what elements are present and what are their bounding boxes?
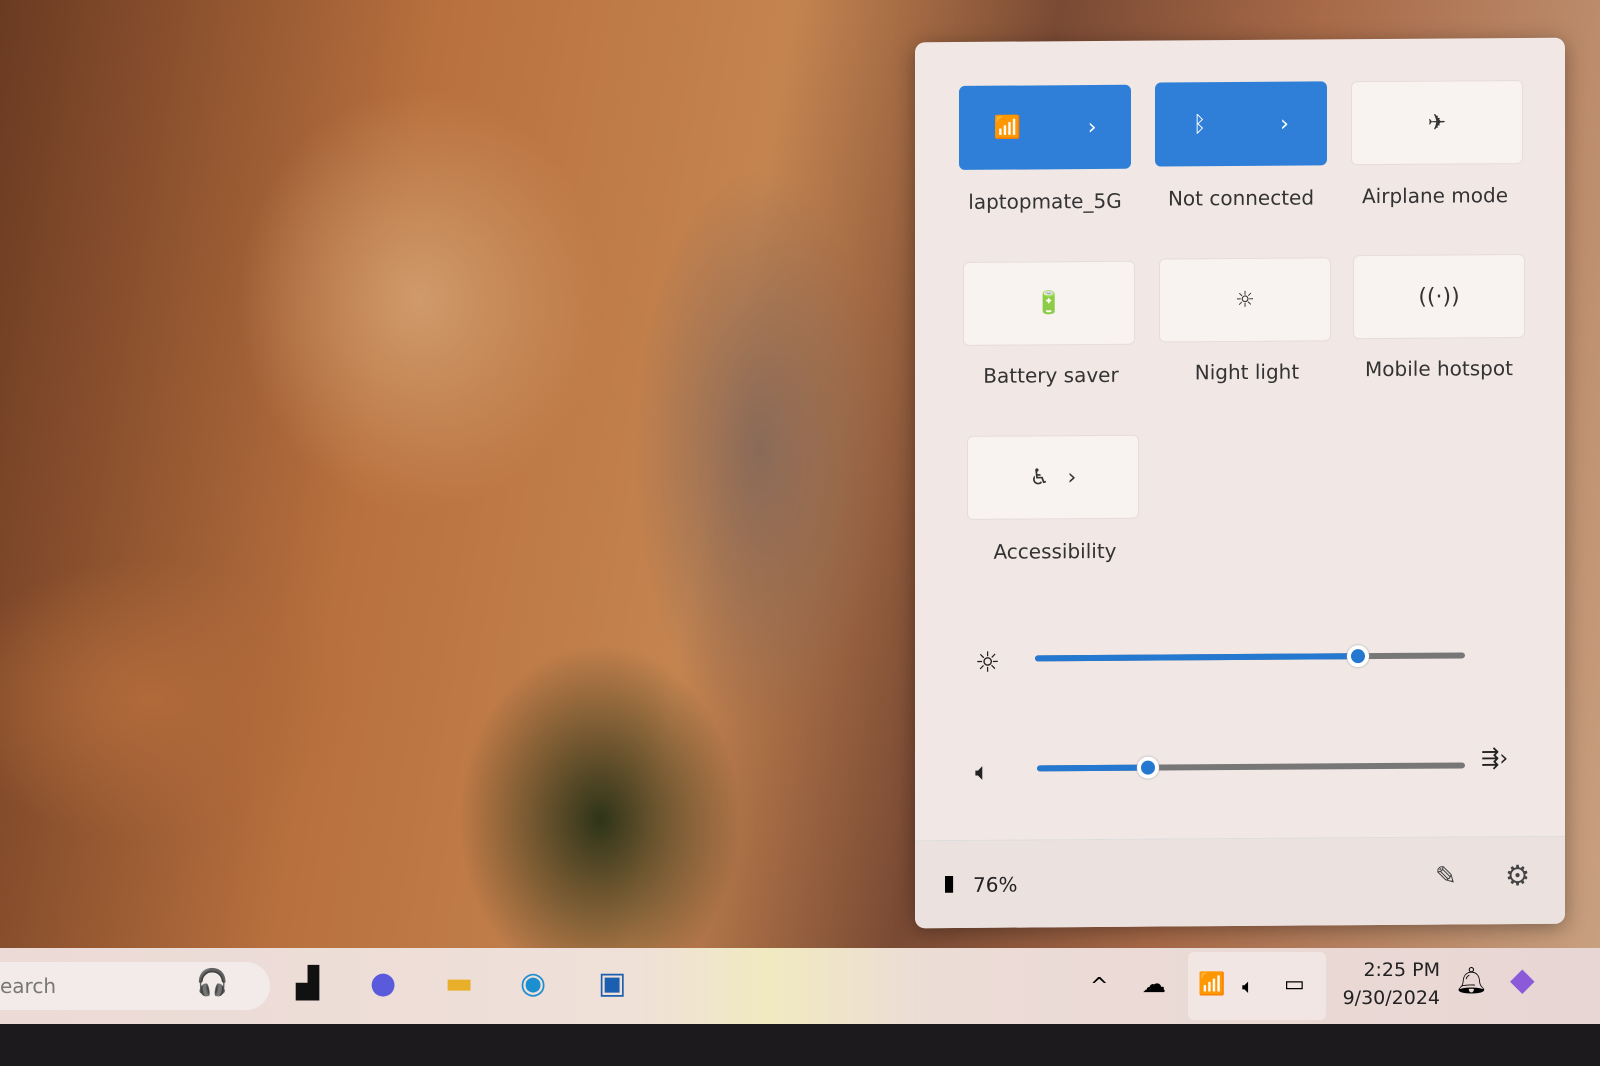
search-box[interactable]: earch 🎧 <box>0 962 270 1010</box>
clock[interactable]: 2:25 PM 9/30/2024 <box>1336 956 1440 1012</box>
airplane-mode-label: Airplane mode <box>1361 183 1509 209</box>
wifi-expand-chevron-icon[interactable]: › <box>1088 115 1097 140</box>
bluetooth-label: Not connected <box>1167 185 1315 211</box>
battery-saver-tile[interactable]: 🔋 <box>963 260 1135 346</box>
accessibility-label: Accessibility <box>993 538 1117 564</box>
bluetooth-icon: ᛒ <box>1192 111 1207 137</box>
task-view-icon[interactable]: ▟ <box>296 966 319 1001</box>
volume-slider-fill <box>1037 764 1149 772</box>
notification-bell-icon[interactable]: 🔔︎ <box>1455 966 1488 996</box>
audio-output-select-icon[interactable]: ⇶› <box>1481 746 1508 771</box>
mobile-hotspot-tile[interactable]: ((·)) <box>1353 254 1525 340</box>
network-volume-battery-button[interactable]: 📶 🔈︎ ▭ <box>1188 952 1326 1020</box>
mobile-hotspot-label: Mobile hotspot <box>1365 356 1513 382</box>
copilot-icon[interactable]: ◆ <box>1510 960 1535 998</box>
accessibility-tile[interactable]: ♿ › <box>967 434 1139 520</box>
accessibility-expand-chevron-icon[interactable]: › <box>1067 465 1076 490</box>
microsoft-store-icon[interactable]: ▣ <box>598 966 626 1001</box>
volume-icon: 🔈︎ <box>975 757 990 786</box>
wifi-icon: 📶 <box>993 115 1021 141</box>
airplane-icon: ✈ <box>1427 110 1447 136</box>
brightness-icon: ☼ <box>975 645 1001 679</box>
search-highlight-icon: 🎧 <box>196 968 229 998</box>
taskbar: earch 🎧 ▟ ● ▬ ◉ ▣ ^ ☁ 📶 🔈︎ ▭ 2:25 PM 9/3… <box>0 948 1600 1024</box>
volume-tray-icon: 🔈︎ <box>1242 974 1254 998</box>
bluetooth-tile[interactable]: ᛒ › <box>1155 81 1327 167</box>
file-explorer-icon[interactable]: ▬ <box>445 966 473 1001</box>
accessibility-icon: ♿ <box>1029 464 1050 490</box>
airplane-mode-tile[interactable]: ✈ <box>1351 80 1523 166</box>
clock-time: 2:25 PM <box>1363 959 1440 981</box>
monitor-bezel <box>0 1024 1600 1066</box>
battery-percentage[interactable]: 76% <box>973 873 1017 897</box>
hotspot-icon: ((·)) <box>1418 283 1460 310</box>
quick-settings-panel: 📶 › laptopmate_5G ᛒ › Not connected ✈ Airp… <box>915 37 1565 929</box>
night-light-icon: ☼ <box>1235 287 1255 313</box>
volume-slider[interactable] <box>1037 756 1465 779</box>
clock-date: 9/30/2024 <box>1342 987 1440 1009</box>
volume-slider-thumb[interactable] <box>1137 756 1160 779</box>
show-hidden-icons-chevron-icon[interactable]: ^ <box>1090 974 1108 999</box>
edge-browser-icon[interactable]: ◉ <box>520 966 546 1001</box>
teams-chat-icon[interactable]: ● <box>370 966 396 1001</box>
edit-pencil-icon[interactable]: ✎ <box>1435 861 1457 891</box>
battery-saver-icon: 🔋 <box>1035 290 1063 316</box>
search-placeholder: earch <box>0 974 57 998</box>
wifi-label: laptopmate_5G <box>968 188 1122 214</box>
brightness-slider[interactable] <box>1035 645 1465 668</box>
settings-gear-icon[interactable]: ⚙ <box>1505 859 1530 892</box>
night-light-label: Night light <box>1194 359 1300 385</box>
bluetooth-expand-chevron-icon[interactable]: › <box>1280 111 1289 136</box>
battery-saver-label: Battery saver <box>983 362 1119 388</box>
onedrive-offline-icon[interactable]: ☁ <box>1142 970 1166 998</box>
night-light-tile[interactable]: ☼ <box>1159 257 1331 343</box>
wifi-tile[interactable]: 📶 › <box>959 84 1131 170</box>
battery-tray-icon: ▭ <box>1284 972 1305 997</box>
quick-settings-footer: ▮ 76% ✎ ⚙ <box>915 835 1565 929</box>
brightness-slider-thumb[interactable] <box>1346 645 1369 668</box>
wifi-tray-icon: 📶 <box>1198 972 1226 997</box>
brightness-slider-fill <box>1035 653 1358 662</box>
battery-icon: ▮ <box>943 870 956 897</box>
